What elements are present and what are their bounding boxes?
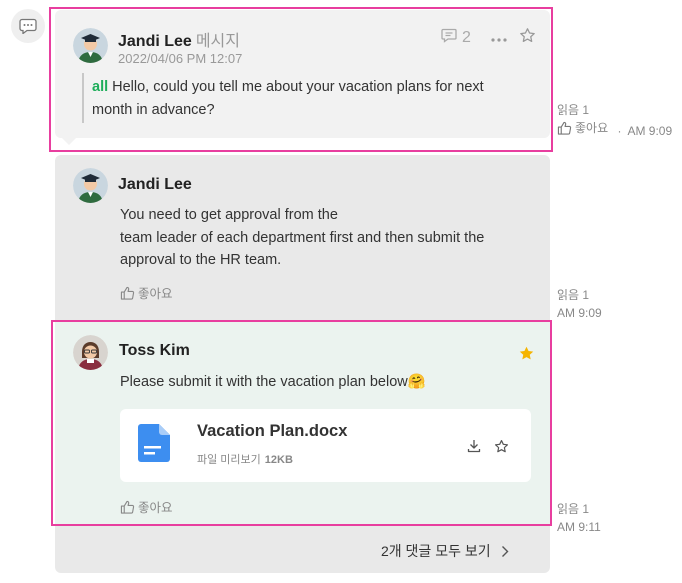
meta-separator: · xyxy=(617,124,622,138)
reply-text-line: team leader of each department first and… xyxy=(120,229,485,246)
author-name[interactable]: Jandi Lee 메시지 xyxy=(118,27,240,51)
message-card-tail xyxy=(60,136,78,145)
message-time: AM 9:09 xyxy=(627,124,673,138)
reply-time: AM 9:11 xyxy=(557,520,601,534)
read-count[interactable]: 읽음 1 xyxy=(557,101,672,119)
reply-side-meta: 읽음 1 AM 9:11 xyxy=(557,500,601,536)
thumbs-up-icon xyxy=(120,500,135,514)
message-type-icon xyxy=(11,9,45,43)
message-type-label: 메시지 xyxy=(195,33,240,50)
thumbs-up-icon xyxy=(557,121,572,135)
comment-count[interactable]: 2 xyxy=(462,29,471,47)
like-button[interactable]: 좋아요 xyxy=(120,283,173,302)
starred-icon[interactable] xyxy=(518,345,535,367)
mention-all[interactable]: all xyxy=(92,79,108,95)
reply-author-name[interactable]: Jandi Lee xyxy=(118,176,192,194)
thumbs-up-icon xyxy=(120,286,135,300)
file-size: 12KB xyxy=(264,454,293,466)
like-button[interactable]: 좋아요 xyxy=(120,497,173,516)
like-button[interactable]: 좋아요 xyxy=(557,119,608,137)
avatar[interactable] xyxy=(73,28,108,63)
author-name-text: Jandi Lee xyxy=(118,33,192,50)
read-count[interactable]: 읽음 1 xyxy=(557,286,602,304)
chevron-right-icon xyxy=(501,545,509,557)
quote-bar xyxy=(82,73,84,123)
file-preview-link[interactable]: 파일 미리보기 xyxy=(197,454,261,466)
reply-text: Please submit it with the vacation plan … xyxy=(120,374,426,390)
message-side-meta: 읽음 1 좋아요 · AM 9:09 xyxy=(557,101,672,140)
message-actions: 2 xyxy=(441,27,536,49)
reply-time: AM 9:09 xyxy=(557,306,602,320)
reply-text-line: You need to get approval from the xyxy=(120,207,338,223)
message-text-line: Hello, could you tell me about your vaca… xyxy=(112,79,484,95)
read-count[interactable]: 읽음 1 xyxy=(557,500,601,518)
comment-icon[interactable] xyxy=(441,28,457,48)
message-text: all Hello, could you tell me about your v… xyxy=(92,76,484,121)
like-label: 좋아요 xyxy=(575,121,609,135)
view-all-comments-label: 2개 댓글 모두 보기 xyxy=(381,543,491,559)
reply-text: You need to get approval from the team l… xyxy=(120,204,484,272)
reply-author-name[interactable]: Toss Kim xyxy=(119,342,190,360)
reply-side-meta: 읽음 1 AM 9:09 xyxy=(557,286,602,322)
download-icon[interactable] xyxy=(467,439,481,458)
file-attachment[interactable]: Vacation Plan.docx 파일 미리보기 12KB xyxy=(120,409,531,482)
like-label: 좋아요 xyxy=(138,287,173,301)
file-name[interactable]: Vacation Plan.docx xyxy=(197,422,347,441)
message-date: 2022/04/06 PM 12:07 xyxy=(118,51,243,66)
view-all-comments-button[interactable]: 2개 댓글 모두 보기 xyxy=(381,541,509,561)
like-label: 좋아요 xyxy=(138,501,173,515)
message-text-line: month in advance? xyxy=(92,101,215,118)
reply-text-line: approval to the HR team. xyxy=(120,252,282,268)
star-icon[interactable] xyxy=(519,27,536,49)
star-icon[interactable] xyxy=(494,439,509,459)
avatar[interactable] xyxy=(73,335,108,370)
more-icon[interactable] xyxy=(491,29,507,47)
avatar[interactable] xyxy=(73,168,108,203)
file-meta: 파일 미리보기 12KB xyxy=(197,451,293,467)
file-doc-icon xyxy=(138,424,170,467)
